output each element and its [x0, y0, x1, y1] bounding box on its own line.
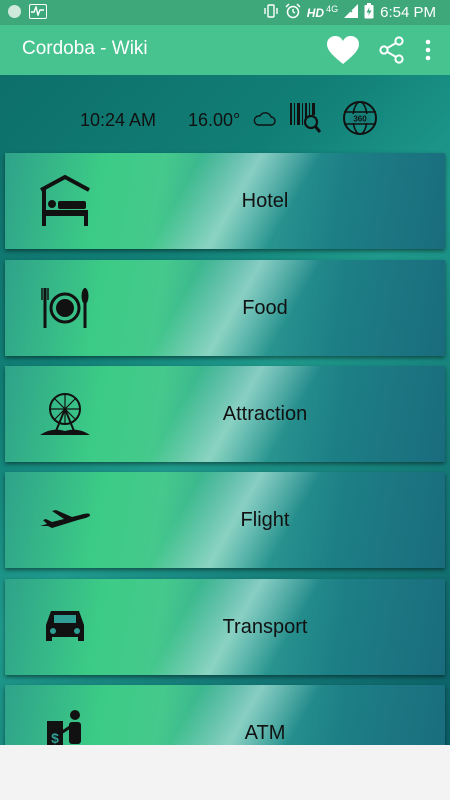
menu-item-label: Food	[242, 296, 288, 319]
menu-item-transport[interactable]: Transport	[5, 579, 445, 675]
menu-item-label: Hotel	[241, 189, 289, 212]
menu-item-label: ATM	[244, 721, 286, 744]
app-title: Cordoba - Wiki	[22, 38, 148, 59]
status-time: 6:54 PM	[380, 4, 436, 21]
heart-icon[interactable]	[326, 35, 360, 65]
cloud-icon	[252, 111, 276, 132]
barcode-scan-icon[interactable]	[288, 101, 322, 140]
menu-item-flight[interactable]: Flight	[5, 472, 445, 568]
globe-360-icon[interactable]: 360	[342, 100, 378, 141]
app-bar: Cordoba - Wiki	[0, 25, 450, 75]
svg-text:360: 360	[353, 115, 367, 124]
share-icon[interactable]	[378, 36, 406, 64]
menu-item-attraction[interactable]: Attraction	[5, 366, 445, 462]
activity-icon	[29, 4, 47, 19]
bottom-blank-area	[0, 745, 450, 800]
temperature: 16.00°	[188, 110, 241, 130]
status-bar: HD 4G 6:54 PM	[0, 0, 450, 25]
menu-item-label: Attraction	[222, 402, 308, 425]
svg-text:$: $	[51, 730, 59, 745]
main-content: 10:24 AM 16.00° 360 Hotel Food Attractio…	[0, 75, 450, 745]
menu-item-hotel[interactable]: Hotel	[5, 153, 445, 249]
menu-item-label: Flight	[240, 508, 290, 531]
notification-dot-icon	[8, 5, 21, 18]
alarm-icon	[285, 3, 301, 22]
local-time: 10:24 AM	[80, 110, 157, 130]
more-vert-icon[interactable]	[424, 38, 432, 62]
network-sub: 4G	[326, 4, 339, 14]
menu-item-label: Transport	[222, 615, 308, 638]
battery-charging-icon	[364, 3, 374, 22]
signal-icon	[344, 4, 359, 21]
info-bar: 10:24 AM 16.00° 360	[0, 97, 450, 141]
menu-item-food[interactable]: Food	[5, 260, 445, 356]
network-type: HD	[306, 5, 325, 20]
vibrate-icon	[263, 3, 279, 22]
menu-item-atm[interactable]: $ ATM	[5, 685, 445, 745]
